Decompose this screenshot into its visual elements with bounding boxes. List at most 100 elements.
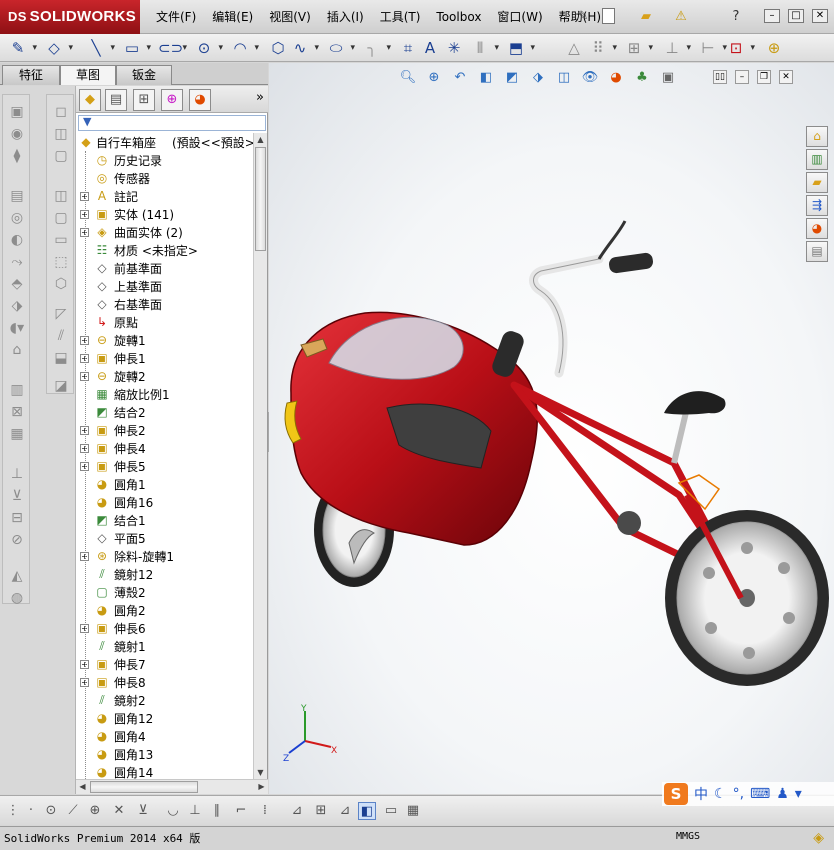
- dimxpert-tab-icon[interactable]: ⊕: [161, 89, 183, 111]
- tree-item[interactable]: ▢ 薄殼2: [76, 584, 254, 602]
- parallel-snap-icon[interactable]: ∥: [208, 802, 226, 820]
- slot-icon[interactable]: ⊂⊃: [158, 38, 187, 58]
- menu-file[interactable]: 文件(F): [148, 0, 204, 34]
- fillet-sketch-icon[interactable]: ╮: [362, 38, 391, 58]
- mirror-entities-icon[interactable]: ⫴: [470, 38, 499, 58]
- tree-item[interactable]: ◩ 结合1: [76, 512, 254, 530]
- tree-item[interactable]: + A 註記: [76, 188, 254, 206]
- tree-item[interactable]: + ⊖ 旋轉1: [76, 332, 254, 350]
- minimize-button[interactable]: –: [764, 9, 780, 23]
- tree-item[interactable]: ◇ 上基準面: [76, 278, 254, 296]
- plane-sketch-icon[interactable]: ⌗: [398, 38, 418, 58]
- tree-item[interactable]: ◕ 圓角16: [76, 494, 254, 512]
- cut-option-2-icon[interactable]: ▢: [51, 209, 71, 227]
- keyboard-icon[interactable]: ⌨: [750, 786, 770, 802]
- scroll-right-icon[interactable]: ▶: [255, 780, 268, 794]
- help-icon[interactable]: ?: [728, 8, 744, 26]
- move-entities-icon[interactable]: ⊞: [624, 38, 653, 58]
- user-icon[interactable]: ♟: [776, 786, 789, 802]
- offset-icon[interactable]: ⬒: [506, 38, 535, 58]
- wrap-tool-icon[interactable]: ◪: [51, 377, 71, 395]
- mirror-tool-icon[interactable]: ⫽: [51, 327, 71, 345]
- draft-tool-icon[interactable]: ◸: [51, 305, 71, 323]
- skin-icon[interactable]: ▾: [795, 786, 802, 802]
- tree-item[interactable]: ◎ 传感器: [76, 170, 254, 188]
- rib-icon[interactable]: ▥: [7, 381, 27, 399]
- tree-item[interactable]: ◕ 圓角14: [76, 764, 254, 779]
- intersect-icon[interactable]: ⊻: [7, 487, 27, 505]
- tab-sheet-metal[interactable]: 钣金: [116, 65, 172, 85]
- quadrant-snap-icon[interactable]: ⊕: [86, 802, 104, 820]
- tree-item[interactable]: + ▣ 伸長6: [76, 620, 254, 638]
- tree-item[interactable]: + ◈ 曲面实体 (2): [76, 224, 254, 242]
- perpendicular-snap-icon[interactable]: ⊥: [186, 802, 204, 820]
- tree-item[interactable]: ▦ 縮放比例1: [76, 386, 254, 404]
- circle-icon[interactable]: ⊙: [194, 38, 223, 58]
- cut-option-4-icon[interactable]: ⬚: [51, 253, 71, 271]
- point-icon[interactable]: ✳: [444, 38, 464, 58]
- tree-item[interactable]: + ▣ 伸長1: [76, 350, 254, 368]
- horizontal-scroll-thumb[interactable]: [90, 781, 198, 793]
- boundary-cut-icon[interactable]: ⬗: [7, 297, 27, 315]
- revolve-cut-icon[interactable]: ◐: [7, 231, 27, 249]
- tree-filter[interactable]: ▼: [78, 115, 266, 131]
- lofted-boss-icon[interactable]: ◫: [51, 125, 71, 143]
- boundary-boss-icon[interactable]: ▢: [51, 147, 71, 165]
- scroll-down-icon[interactable]: ▼: [254, 766, 267, 779]
- horizontal-snap-icon[interactable]: ⌐: [232, 802, 250, 820]
- draft-icon[interactable]: ⊠: [7, 403, 27, 421]
- text-icon[interactable]: A: [420, 38, 440, 58]
- restore-button[interactable]: □: [788, 9, 804, 23]
- tab-sketch[interactable]: 草图: [60, 65, 116, 85]
- graphics-area[interactable]: 🔍︎ ⊕ ↶ ◧ ◩ ⬗ ◫ 👁︎ ◕ ♣ ▣ ▯▯ – ❐ ✕ ⌂ ▥ ▰ ⇶…: [269, 63, 834, 794]
- tree-horizontal-scrollbar[interactable]: ◀ ▶: [76, 779, 268, 794]
- tree-item[interactable]: + ▣ 伸長8: [76, 674, 254, 692]
- tree-item[interactable]: ⫽ 鏡射1: [76, 638, 254, 656]
- repair-sketch-icon[interactable]: ⊢: [698, 38, 727, 58]
- tree-item[interactable]: ↳ 原點: [76, 314, 254, 332]
- lofted-cut-icon[interactable]: ⬘: [7, 275, 27, 293]
- scroll-up-icon[interactable]: ▲: [254, 133, 267, 146]
- sketch-plane-icon[interactable]: ▭: [382, 802, 400, 820]
- relations-icon[interactable]: ⊥: [662, 38, 691, 58]
- unit-system[interactable]: MMGS: [676, 831, 700, 842]
- menu-window[interactable]: 窗口(W): [489, 0, 550, 34]
- line-icon[interactable]: ╲: [86, 38, 115, 58]
- tab-features[interactable]: 特征: [2, 65, 60, 85]
- menu-tools[interactable]: 工具(T): [372, 0, 429, 34]
- 3d-sketch-icon[interactable]: ◧: [358, 802, 376, 820]
- tree-item[interactable]: ◕ 圓角12: [76, 710, 254, 728]
- quick-snaps-icon[interactable]: ⊡: [726, 38, 755, 58]
- configuration-manager-tab-icon[interactable]: ⊞: [133, 89, 155, 111]
- scale-tool-icon[interactable]: ⬓: [51, 349, 71, 367]
- tree-item[interactable]: ⫽ 鏡射12: [76, 566, 254, 584]
- arc-icon[interactable]: ◠: [230, 38, 259, 58]
- cut-option-1-icon[interactable]: ◫: [51, 187, 71, 205]
- grid-display-icon[interactable]: ▦: [404, 802, 422, 820]
- open-icon[interactable]: ▰: [638, 8, 654, 26]
- scroll-left-icon[interactable]: ◀: [76, 780, 89, 794]
- loft-icon[interactable]: ⧫: [7, 147, 27, 165]
- menu-toolbox[interactable]: Toolbox: [428, 0, 489, 34]
- ime-mode[interactable]: 中: [694, 784, 708, 804]
- tree-item[interactable]: ⫽ 鏡射2: [76, 692, 254, 710]
- spline-icon[interactable]: ∿: [290, 38, 319, 58]
- length-snap-icon[interactable]: ⊿: [336, 802, 354, 820]
- tree-item[interactable]: + ▣ 伸長7: [76, 656, 254, 674]
- linear-pattern-tool-icon[interactable]: ⌂: [7, 341, 27, 359]
- solidworks-logo[interactable]: DS SOLIDWORKS: [0, 0, 140, 34]
- more-tabs-icon[interactable]: »: [256, 90, 264, 105]
- swept-cut-icon[interactable]: ⤳: [7, 253, 27, 271]
- reference-geometry-icon[interactable]: ⊟: [7, 509, 27, 527]
- curves-icon[interactable]: ⊘: [7, 531, 27, 549]
- sogou-logo[interactable]: S: [664, 783, 688, 805]
- hole-wizard-icon[interactable]: ◎: [7, 209, 27, 227]
- tree-item[interactable]: ◕ 圓角13: [76, 746, 254, 764]
- feature-tree-tab-icon[interactable]: ◆: [79, 89, 101, 111]
- intersection-snap-icon[interactable]: ✕: [110, 802, 128, 820]
- extrude-cut-icon[interactable]: ▤: [7, 187, 27, 205]
- menu-insert[interactable]: 插入(I): [319, 0, 372, 34]
- point-snap-icon[interactable]: ·: [22, 802, 40, 820]
- menu-edit[interactable]: 编辑(E): [204, 0, 261, 34]
- ellipse-icon[interactable]: ⬭: [326, 38, 355, 58]
